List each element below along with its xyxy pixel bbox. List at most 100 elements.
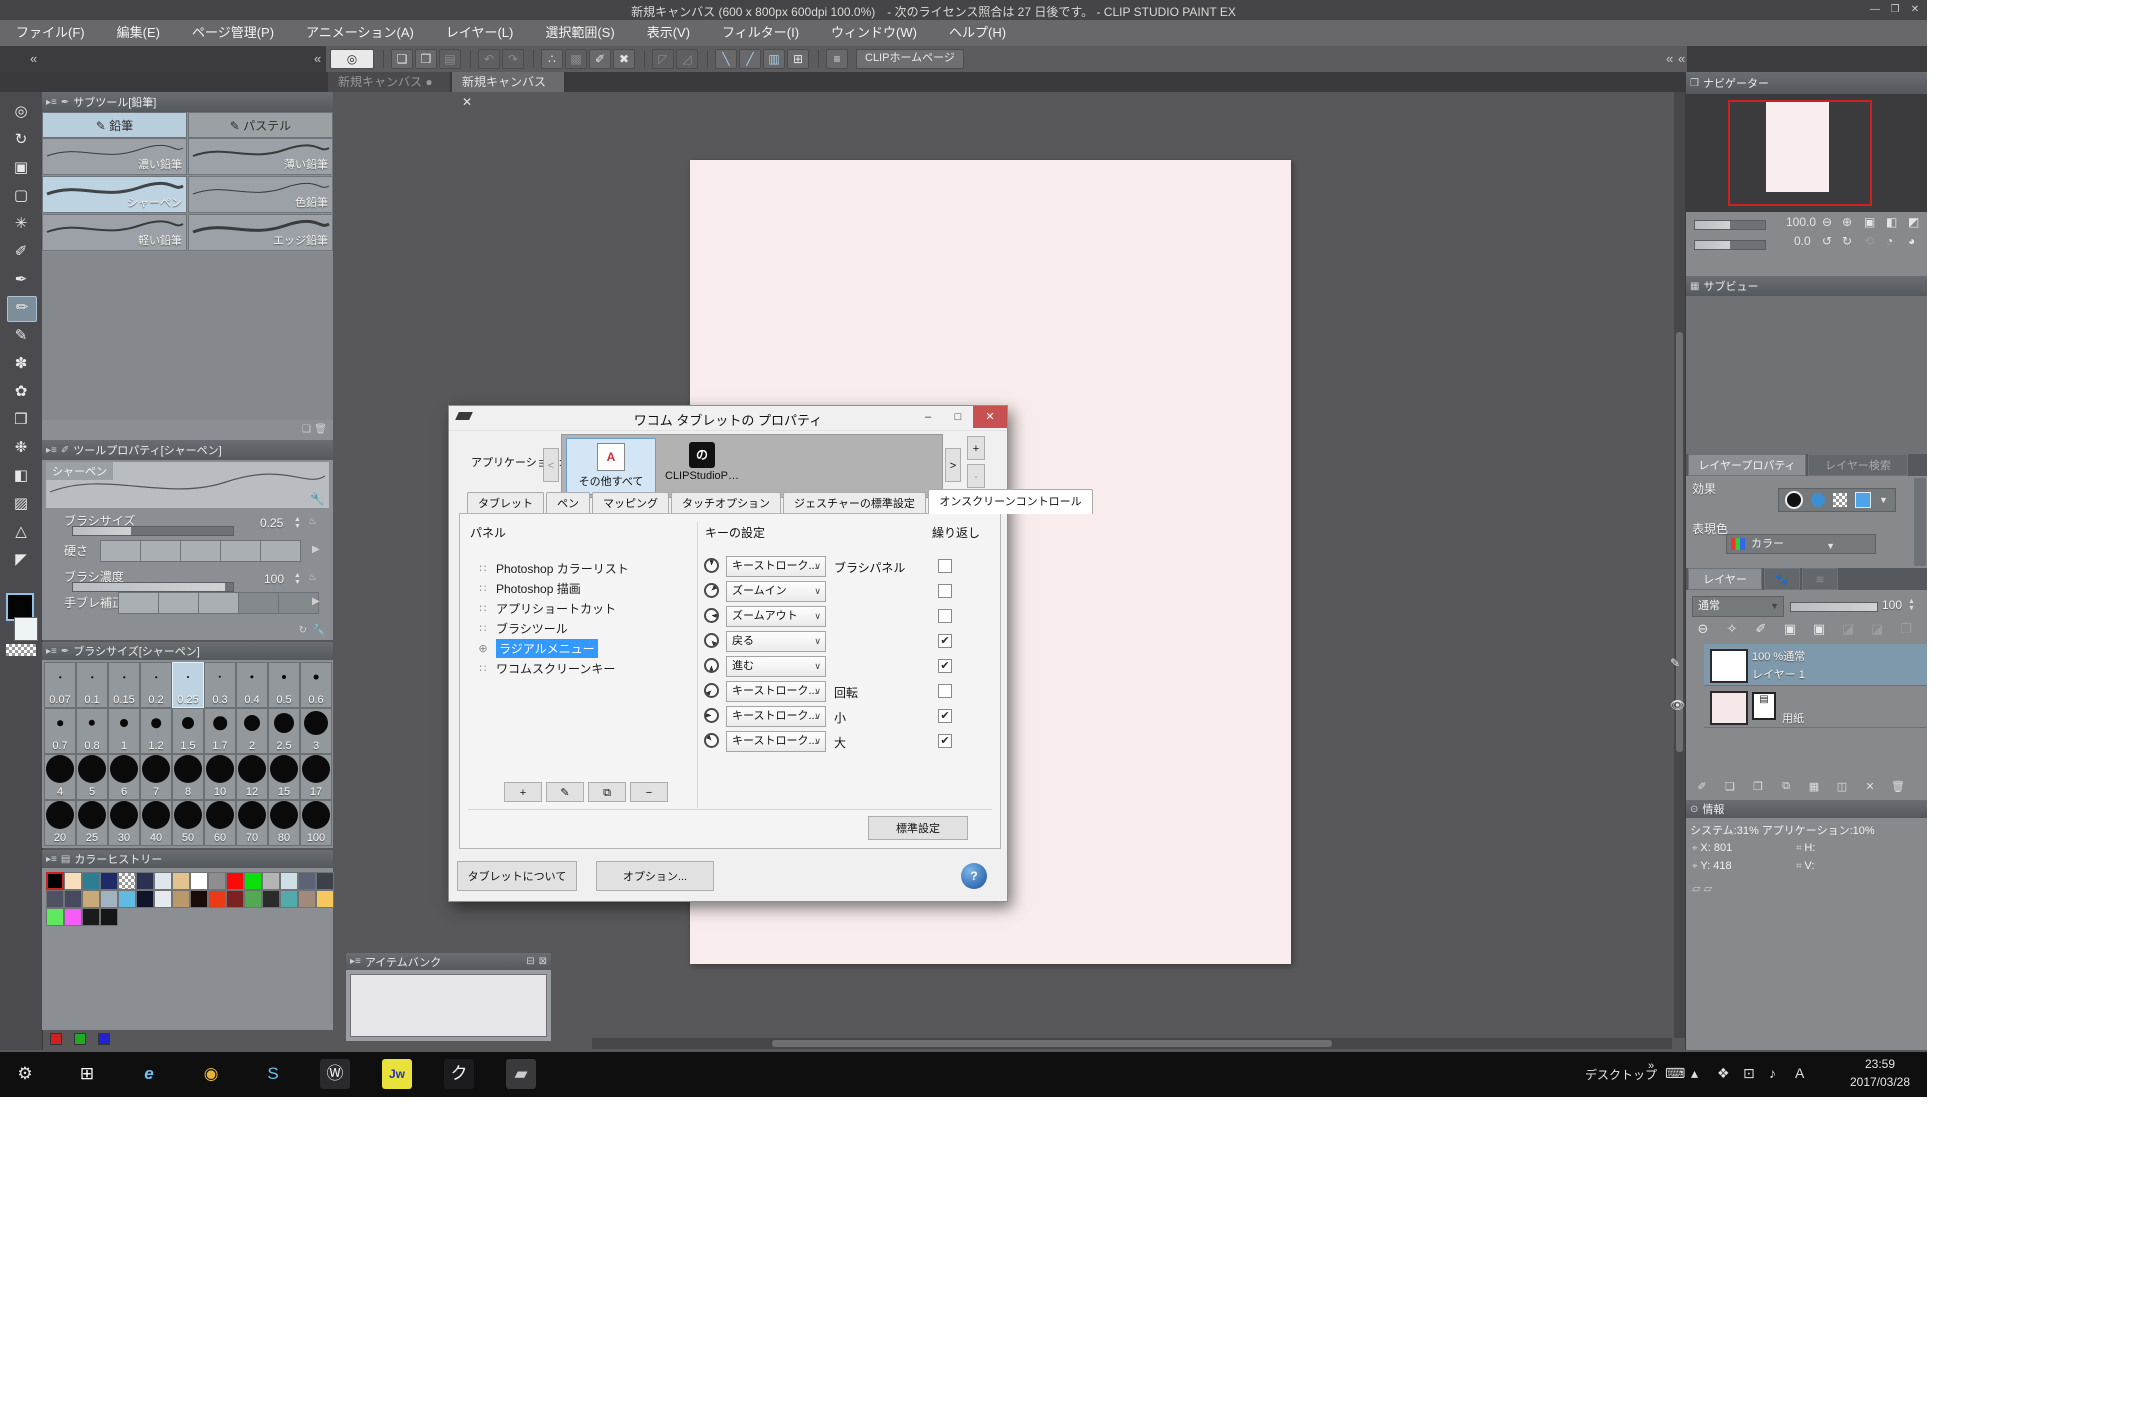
collapse-toolbar-icon[interactable]: « xyxy=(314,51,321,66)
add-panel-button[interactable]: + xyxy=(504,782,542,802)
options-button[interactable]: オプション... xyxy=(596,861,714,891)
help-button[interactable]: ? xyxy=(961,863,987,889)
layer-footer-icon-4[interactable]: ⧉ xyxy=(1774,780,1798,796)
snap-special-ruler-icon[interactable]: ╱ xyxy=(739,49,761,69)
clock-date[interactable]: 2017/03/28 xyxy=(1840,1075,1920,1089)
eye-icon[interactable]: 👁 xyxy=(1670,698,1685,712)
brush-size-cell[interactable]: 20 xyxy=(44,800,76,846)
panel-menu-icon[interactable]: ▸≡ xyxy=(46,646,57,657)
density-slider[interactable] xyxy=(72,582,234,592)
flip-both-icon[interactable]: ◩ xyxy=(1908,215,1919,229)
brush-size-cell[interactable]: 0.2 xyxy=(140,662,172,708)
clip-studio-logo-button[interactable]: ◎ xyxy=(330,49,374,69)
menu-item[interactable]: ページ管理(P) xyxy=(176,20,290,46)
key-function-select[interactable]: 戻る∨ xyxy=(726,631,826,652)
layer-footer-icon-5[interactable]: ▦ xyxy=(1802,780,1826,796)
repeat-checkbox[interactable] xyxy=(938,609,952,623)
pen-tool[interactable]: ✒ xyxy=(7,268,35,292)
app-scroll-right-button[interactable]: > xyxy=(945,448,961,482)
layer-property-scrollbar[interactable] xyxy=(1914,478,1926,566)
stabilization-step-1[interactable] xyxy=(118,592,159,614)
menu-item[interactable]: フィルター(I) xyxy=(706,20,815,46)
canvas-tab[interactable]: 新規キャンバス ● xyxy=(328,72,450,92)
effect-tone-round-icon[interactable] xyxy=(1811,493,1825,507)
fit-to-screen-icon[interactable]: ▣ xyxy=(1864,215,1875,229)
dialog-titlebar[interactable]: ワコム タブレットの プロパティ – □ ✕ xyxy=(449,406,1007,431)
effect-tone-icon[interactable] xyxy=(1833,493,1847,507)
default-settings-button[interactable]: 標準設定 xyxy=(868,816,968,840)
repeat-checkbox[interactable]: ✔ xyxy=(938,659,952,673)
color-history-swatch[interactable] xyxy=(46,908,64,926)
pencil-tool[interactable]: ✏ xyxy=(7,296,37,322)
panel-list-item[interactable]: ∷ワコムスクリーンキー xyxy=(476,658,690,678)
key-function-select[interactable]: ズームイン∨ xyxy=(726,581,826,602)
jww-cad-icon[interactable]: Jw xyxy=(382,1059,412,1089)
clip-studio-w-icon[interactable]: Ⓦ xyxy=(320,1059,350,1089)
dialog-tab[interactable]: タッチオプション xyxy=(671,492,781,514)
menu-item[interactable]: アニメーション(A) xyxy=(290,20,430,46)
app-tile-1[interactable]: Aその他すべて xyxy=(566,438,656,495)
rotate-right-icon[interactable]: ↻ xyxy=(1842,234,1852,248)
wacom-tablet-icon[interactable]: ▰ xyxy=(506,1059,536,1089)
tool-settings-wrench-icon[interactable]: 🔧 xyxy=(313,625,325,636)
color-history-swatch[interactable] xyxy=(190,872,208,890)
brush-size-cell[interactable]: 17 xyxy=(300,754,332,800)
color-history-swatch[interactable] xyxy=(244,872,262,890)
brush-size-cell[interactable]: 40 xyxy=(140,800,172,846)
color-history-swatch[interactable] xyxy=(82,890,100,908)
color-history-swatch[interactable] xyxy=(316,890,334,908)
color-history-swatch[interactable] xyxy=(100,890,118,908)
panel-list-item[interactable]: ∷Photoshop 描画 xyxy=(476,578,690,598)
collapse-right-panel-icon[interactable]: « xyxy=(1666,51,1673,66)
panel-list-item[interactable]: ⊕ラジアルメニュー xyxy=(476,638,690,658)
subtool-tab-1[interactable]: ✎ 鉛筆 xyxy=(42,112,187,138)
lock-alpha-icon[interactable]: ▣ xyxy=(1806,620,1832,638)
background-color-swatch[interactable] xyxy=(14,617,38,641)
dialog-maximize-button[interactable]: □ xyxy=(943,406,973,428)
key-function-select[interactable]: キーストローク...∨ xyxy=(726,681,826,702)
minimize-panel-icon[interactable]: ⊟ xyxy=(526,956,534,967)
panel-list-item[interactable]: ∷アプリショートカット xyxy=(476,598,690,618)
show-hidden-icons[interactable]: ▴ xyxy=(1691,1065,1698,1082)
key-function-select[interactable]: キーストローク...∨ xyxy=(726,706,826,727)
brush-item[interactable]: 色鉛筆 xyxy=(188,176,333,213)
brush-size-cell[interactable]: 1.5 xyxy=(172,708,204,754)
brush-size-cell[interactable]: 10 xyxy=(204,754,236,800)
panel-menu-icon[interactable]: ▸≡ xyxy=(46,97,57,108)
key-function-select[interactable]: キーストローク...∨ xyxy=(726,556,826,577)
quick-mask-icon[interactable]: ✐ xyxy=(589,49,611,69)
tab-layer-folder-icon[interactable]: 🐾 xyxy=(1764,568,1800,590)
color-history-swatch[interactable] xyxy=(190,890,208,908)
brush-size-cell[interactable]: 0.4 xyxy=(236,662,268,708)
brush-size-cell[interactable]: 0.3 xyxy=(204,662,236,708)
snap-grid-icon[interactable]: ▥ xyxy=(763,49,785,69)
eraser-tool[interactable]: ❒ xyxy=(7,408,35,432)
app-tile-2[interactable]: のCLIPStudioP… xyxy=(658,438,746,493)
color-history-swatch[interactable] xyxy=(262,890,280,908)
figure-tool[interactable]: △ xyxy=(7,520,35,544)
app-scroll-left-button[interactable]: < xyxy=(543,448,559,482)
brush-item[interactable]: 濃い鉛筆 xyxy=(42,138,187,175)
tab-layers[interactable]: レイヤー xyxy=(1688,568,1762,590)
panel-menu-icon[interactable]: ▸≡ xyxy=(46,445,57,456)
zoom-in-icon[interactable]: ⊕ xyxy=(1842,215,1852,229)
transform-icon[interactable]: ✖ xyxy=(613,49,635,69)
minimize-button[interactable]: — xyxy=(1867,3,1883,17)
select-points-icon[interactable]: ∴ xyxy=(541,49,563,69)
decoration-tool[interactable]: ✿ xyxy=(7,380,35,404)
effect-border-icon[interactable] xyxy=(1785,491,1803,509)
operation-tool[interactable]: ▣ xyxy=(7,156,35,180)
menu-item[interactable]: ヘルプ(H) xyxy=(933,20,1022,46)
blend-mode-select[interactable]: 通常▼ xyxy=(1692,596,1784,617)
app-remove-button[interactable]: - xyxy=(967,464,985,488)
repeat-checkbox[interactable] xyxy=(938,684,952,698)
color-history-swatch[interactable] xyxy=(280,872,298,890)
menu-item[interactable]: 選択範囲(S) xyxy=(529,20,630,46)
clip-below-icon[interactable]: ⊖ xyxy=(1690,620,1716,638)
brush-size-cell[interactable]: 0.7 xyxy=(44,708,76,754)
color-history-swatch[interactable] xyxy=(136,890,154,908)
ime-indicator[interactable]: A xyxy=(1795,1065,1804,1081)
brush-size-slider[interactable] xyxy=(72,526,234,536)
tab-layer-property[interactable]: レイヤープロパティ xyxy=(1688,454,1806,476)
color-history-swatch[interactable] xyxy=(208,890,226,908)
